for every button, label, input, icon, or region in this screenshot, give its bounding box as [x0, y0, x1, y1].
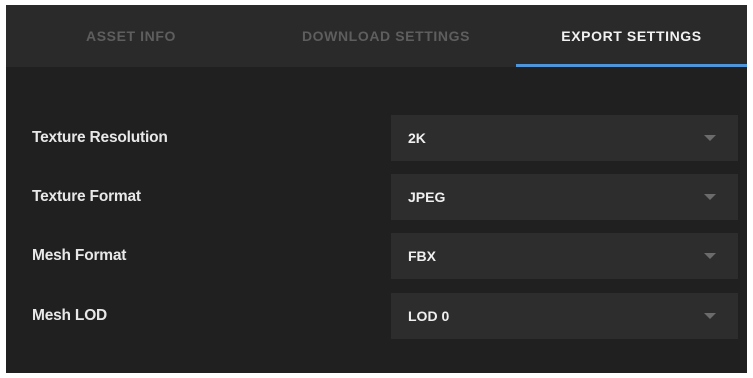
texture-resolution-value: 2K [408, 130, 426, 146]
export-settings-panel: ASSET INFO DOWNLOAD SETTINGS EXPORT SETT… [6, 5, 747, 373]
setting-row-texture-format: Texture Format JPEG [6, 174, 747, 220]
caret-down-icon [704, 253, 716, 259]
setting-row-mesh-format: Mesh Format FBX [6, 233, 747, 279]
setting-row-texture-resolution: Texture Resolution 2K [6, 115, 747, 161]
mesh-lod-value: LOD 0 [408, 308, 450, 324]
caret-down-icon [704, 194, 716, 200]
tab-bar: ASSET INFO DOWNLOAD SETTINGS EXPORT SETT… [6, 5, 747, 67]
texture-format-label: Texture Format [32, 188, 141, 205]
mesh-lod-label: Mesh LOD [32, 307, 108, 324]
texture-resolution-label: Texture Resolution [32, 129, 168, 146]
caret-down-icon [704, 135, 716, 141]
tab-label: ASSET INFO [85, 28, 176, 44]
texture-format-select[interactable]: JPEG [391, 174, 738, 220]
tab-asset-info[interactable]: ASSET INFO [6, 5, 256, 67]
tab-label: EXPORT SETTINGS [561, 28, 702, 44]
mesh-format-select[interactable]: FBX [391, 233, 738, 279]
caret-down-icon [704, 313, 716, 319]
tab-download-settings[interactable]: DOWNLOAD SETTINGS [256, 5, 516, 67]
mesh-lod-select[interactable]: LOD 0 [391, 293, 738, 339]
mesh-format-value: FBX [408, 248, 436, 264]
tab-label: DOWNLOAD SETTINGS [301, 28, 471, 44]
setting-row-mesh-lod: Mesh LOD LOD 0 [6, 293, 747, 339]
mesh-format-label: Mesh Format [32, 247, 127, 264]
tab-export-settings[interactable]: EXPORT SETTINGS [516, 5, 747, 67]
texture-resolution-select[interactable]: 2K [391, 115, 738, 161]
active-tab-indicator [516, 64, 747, 67]
texture-format-value: JPEG [408, 189, 446, 205]
